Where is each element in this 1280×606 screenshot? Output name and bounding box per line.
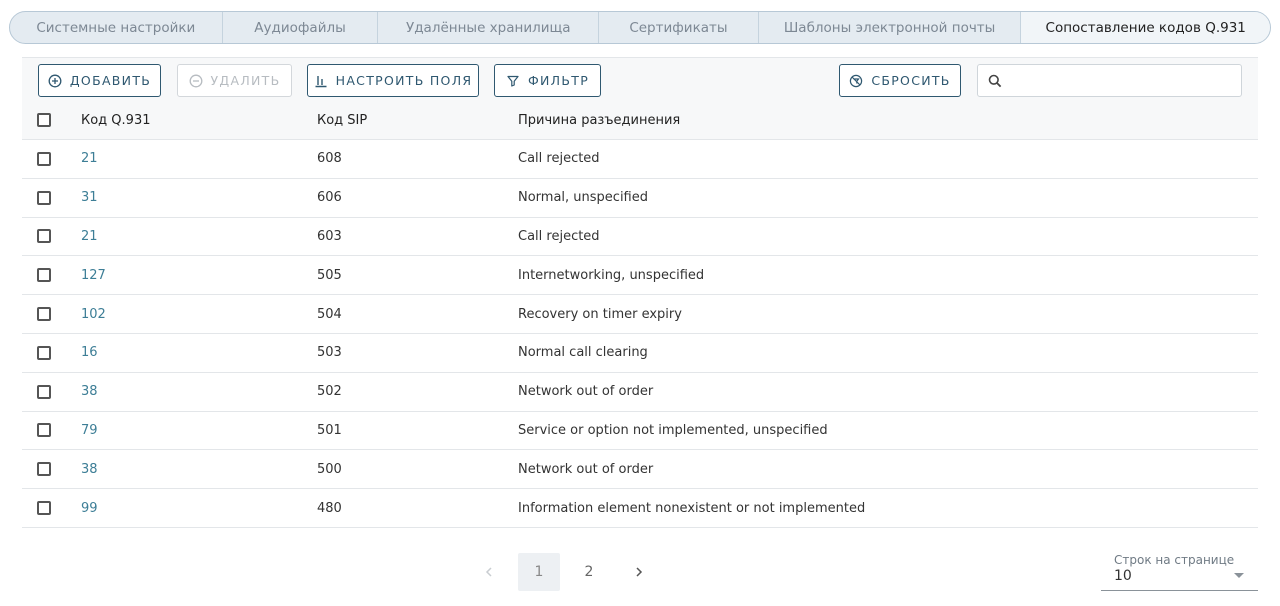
settings-tabs: Системные настройки Аудиофайлы Удалённые… [9,11,1271,44]
search-field [977,64,1242,97]
table-row[interactable]: 99 480 Information element nonexistent or … [22,489,1258,528]
toolbar: ДОБАВИТЬ УДАЛИТЬ НАСТРОИТЬ ПОЛЯ ФИЛЬТР С… [22,57,1258,101]
minus-circle-icon [189,74,202,87]
row-checkbox[interactable] [37,384,51,399]
table-row[interactable]: 127 505 Internetworking, unspecified [22,256,1258,296]
row-checkbox[interactable] [37,345,51,360]
q931-code-link[interactable]: 31 [81,190,98,205]
search-icon [988,74,1002,87]
tab-email-templates[interactable]: Шаблоны электронной почты [759,12,1022,43]
row-checkbox[interactable] [37,190,51,205]
table-row[interactable]: 38 502 Network out of order [22,373,1258,412]
search-input[interactable] [1010,65,1241,96]
dropdown-arrow-icon [1234,573,1244,578]
tab-system-settings[interactable]: Системные настройки [10,12,223,43]
columns-icon [315,75,327,87]
delete-button[interactable]: УДАЛИТЬ [177,64,292,97]
configure-fields-button[interactable]: НАСТРОИТЬ ПОЛЯ [307,64,479,97]
sip-code: 608 [317,151,342,167]
disconnect-reason: Call rejected [518,228,600,244]
row-checkbox[interactable] [37,229,51,244]
chevron-right-icon [636,567,643,577]
rows-per-page-select[interactable]: Строк на странице 10 [1101,553,1258,591]
reset-button-label: СБРОСИТЬ [871,73,951,88]
filter-button-label: ФИЛЬТР [527,73,590,88]
disconnect-reason: Information element nonexistent or not i… [518,500,866,516]
column-header-sip[interactable]: Код SIP [317,101,367,139]
sip-code: 606 [317,190,342,206]
reset-filter-icon [850,74,863,87]
q931-code-link[interactable]: 16 [81,345,98,360]
disconnect-reason: Internetworking, unspecified [518,267,705,283]
row-checkbox[interactable] [37,151,51,166]
q931-code-link[interactable]: 38 [81,384,98,399]
prev-page-button[interactable] [468,553,510,591]
rows-per-page-value: 10 [1114,568,1132,584]
sip-code: 505 [317,267,342,283]
table-header: Код Q.931 Код SIP Причина разъединения [22,101,1258,140]
table-row[interactable]: 16 503 Normal call clearing [22,334,1258,373]
row-checkbox[interactable] [37,307,51,322]
table-row[interactable]: 21 608 Call rejected [22,140,1258,179]
row-checkbox[interactable] [37,268,51,283]
disconnect-reason: Recovery on timer expiry [518,306,682,322]
sip-code: 603 [317,228,342,244]
column-header-q931[interactable]: Код Q.931 [81,101,150,139]
row-checkbox[interactable] [37,462,51,477]
tab-q931-mapping[interactable]: Сопоставление кодов Q.931 [1021,12,1270,43]
page-1-button[interactable]: 1 [518,553,560,591]
q931-code-link[interactable]: 102 [81,307,106,322]
sip-code: 500 [317,461,342,477]
q931-code-link[interactable]: 21 [81,151,98,166]
sip-code: 503 [317,345,342,361]
q931-code-link[interactable]: 21 [81,229,98,244]
disconnect-reason: Network out of order [518,461,654,477]
q931-mapping-table: Код Q.931 Код SIP Причина разъединения 2… [22,101,1258,528]
q931-code-link[interactable]: 99 [81,501,98,516]
tab-audio-files[interactable]: Аудиофайлы [223,12,379,43]
q931-code-link[interactable]: 79 [81,423,98,438]
q931-code-link[interactable]: 127 [81,268,106,283]
add-button[interactable]: ДОБАВИТЬ [38,64,161,97]
row-checkbox[interactable] [37,423,51,438]
sip-code: 502 [317,384,342,400]
sip-code: 480 [317,500,342,516]
add-button-label: ДОБАВИТЬ [69,73,152,88]
table-row[interactable]: 79 501 Service or option not implemented, … [22,412,1258,451]
table-row[interactable]: 21 603 Call rejected [22,218,1258,257]
page-2-button[interactable]: 2 [568,553,610,591]
row-checkbox[interactable] [37,501,51,516]
table-row[interactable]: 102 504 Recovery on timer expiry [22,295,1258,334]
disconnect-reason: Normal call clearing [518,345,648,361]
filter-button[interactable]: ФИЛЬТР [494,64,601,97]
disconnect-reason: Network out of order [518,384,654,400]
chevron-left-icon [485,567,492,577]
filter-icon [507,75,519,87]
delete-button-label: УДАЛИТЬ [210,73,281,88]
q931-code-link[interactable]: 38 [81,462,98,477]
disconnect-reason: Call rejected [518,151,600,167]
sip-code: 504 [317,306,342,322]
table-row[interactable]: 38 500 Network out of order [22,450,1258,490]
sip-code: 501 [317,422,342,438]
disconnect-reason: Normal, unspecified [518,190,648,206]
disconnect-reason: Service or option not implemented, unspe… [518,422,828,438]
rows-per-page-label: Строк на странице [1114,553,1235,567]
configure-fields-label: НАСТРОИТЬ ПОЛЯ [335,73,473,88]
pagination: 1 2 [468,553,668,591]
reset-button[interactable]: СБРОСИТЬ [839,64,961,97]
table-row[interactable]: 31 606 Normal, unspecified [22,179,1258,218]
next-page-button[interactable] [618,553,660,591]
plus-circle-icon [48,74,62,87]
column-header-reason[interactable]: Причина разъединения [518,101,680,139]
select-all-checkbox[interactable] [37,113,51,127]
tab-remote-storages[interactable]: Удалённые хранилища [378,12,600,43]
tab-certificates[interactable]: Сертификаты [599,12,759,43]
